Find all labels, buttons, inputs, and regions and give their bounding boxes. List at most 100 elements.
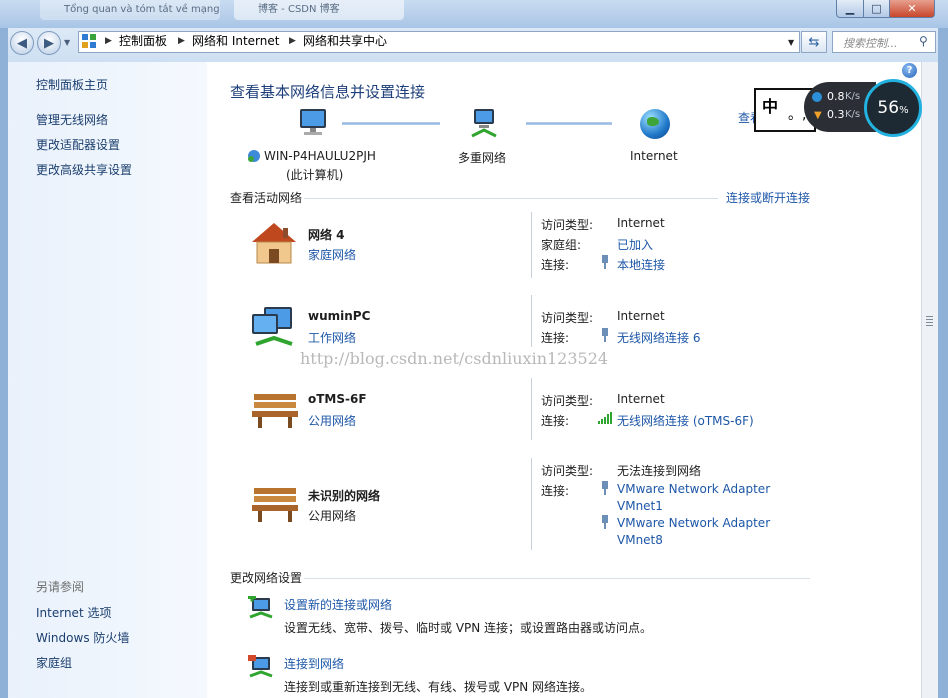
connection-label: 连接: — [541, 331, 570, 345]
ime-mode-indicator[interactable]: 中 — [762, 93, 778, 117]
sidebar — [8, 62, 207, 698]
public-network-icon — [250, 484, 300, 527]
vmnet1-adapter-link[interactable]: VMware Network Adapter — [617, 482, 770, 496]
network-map-line — [342, 122, 440, 125]
computer-name-icon — [246, 149, 262, 166]
access-type-value: Internet — [617, 216, 665, 230]
access-type-label: 访问类型: — [541, 311, 594, 325]
breadcrumb-separator: ▶ — [289, 36, 296, 46]
computer-name: WIN-P4HAULU2PJH — [264, 149, 376, 163]
breadcrumb-separator: ▶ — [105, 36, 112, 46]
sidebar-item-adapter-settings[interactable]: 更改适配器设置 — [36, 136, 120, 153]
close-button[interactable]: ✕ — [889, 0, 935, 18]
search-icon[interactable]: ⚲ — [919, 34, 928, 48]
network-divider — [531, 378, 532, 440]
sidebar-item-homegroup[interactable]: 家庭组 — [36, 654, 72, 671]
network-map-line — [526, 122, 612, 125]
ethernet-icon — [601, 255, 609, 269]
setup-new-connection-desc: 设置无线、宽带、拨号、临时或 VPN 连接；或设置路由器或访问点。 — [284, 621, 653, 635]
background-tab[interactable]: Tổng quan và tóm tắt về mạng — [40, 0, 220, 20]
breadcrumb-network-sharing-center[interactable]: 网络和共享中心 — [303, 33, 387, 49]
network-divider — [531, 458, 532, 550]
work-network-icon — [250, 306, 300, 353]
multiple-networks-label: 多重网络 — [458, 151, 507, 165]
recent-pages-dropdown[interactable]: ▼ — [64, 38, 70, 47]
network-name: 网络 4 — [308, 228, 345, 242]
forward-arrow-icon: ▶ — [44, 35, 54, 51]
access-type-label: 访问类型: — [541, 394, 594, 408]
computer-icon — [296, 108, 330, 141]
connect-disconnect-link[interactable]: 连接或断开连接 — [726, 189, 810, 206]
home-network-icon — [248, 220, 300, 269]
sidebar-item-manage-wireless[interactable]: 管理无线网络 — [36, 111, 108, 128]
upload-unit: K/s — [845, 91, 861, 102]
connect-to-network-link[interactable]: 连接到网络 — [284, 655, 344, 672]
internet-globe-icon — [640, 109, 670, 139]
active-networks-heading: 查看活动网络 — [230, 191, 303, 205]
connection-label: 连接: — [541, 414, 570, 428]
connect-to-network-desc: 连接到或重新连接到无线、有线、拨号或 VPN 网络连接。 — [284, 680, 593, 694]
homegroup-joined-link[interactable]: 已加入 — [617, 236, 653, 253]
connect-network-icon — [248, 655, 274, 682]
vmnet8-adapter-link[interactable]: VMnet8 — [617, 533, 663, 547]
breadcrumb-control-panel[interactable]: 控制面板 — [119, 33, 167, 49]
wireless-adapter-icon — [601, 328, 609, 342]
sidebar-item-advanced-sharing[interactable]: 更改高级共享设置 — [36, 161, 132, 178]
memory-usage-gauge[interactable]: 56% — [864, 79, 922, 137]
computer-subtitle: (此计算机) — [286, 168, 344, 182]
section-divider — [304, 198, 718, 199]
access-type-value: 无法连接到网络 — [617, 464, 702, 478]
network-name: oTMS-6F — [308, 392, 367, 406]
breadcrumb-network-internet[interactable]: 网络和 Internet — [192, 33, 279, 49]
access-type-value: Internet — [617, 392, 665, 406]
network-type-link[interactable]: 公用网络 — [308, 412, 356, 429]
percent-sign: % — [899, 105, 909, 116]
sidebar-item-windows-firewall[interactable]: Windows 防火墙 — [36, 629, 129, 646]
usage-percent: 56 — [877, 98, 900, 118]
maximize-button[interactable]: □ — [863, 0, 890, 18]
back-button[interactable]: ◀ — [10, 31, 34, 55]
network-divider — [531, 212, 532, 278]
breadcrumb-separator: ▶ — [178, 36, 185, 46]
access-type-label: 访问类型: — [541, 464, 594, 478]
address-bar[interactable] — [78, 31, 800, 53]
refresh-button[interactable]: ⇆ — [801, 31, 827, 53]
download-icon: ▼ — [814, 110, 822, 121]
network-type-link[interactable]: 工作网络 — [308, 329, 356, 346]
homegroup-label: 家庭组: — [541, 238, 582, 252]
search-placeholder: 搜索控制... — [843, 37, 898, 50]
search-input[interactable]: 搜索控制... ⚲ — [832, 31, 936, 53]
control-panel-icon — [82, 34, 96, 48]
forward-button[interactable]: ▶ — [37, 31, 61, 55]
window-border — [938, 28, 948, 698]
network-divider — [531, 295, 532, 347]
wireless-connection-link[interactable]: 无线网络连接 6 — [617, 329, 700, 346]
network-type: 公用网络 — [308, 509, 357, 523]
back-arrow-icon: ◀ — [17, 35, 27, 51]
vmnet8-adapter-link[interactable]: VMware Network Adapter — [617, 516, 770, 530]
network-type-link[interactable]: 家庭网络 — [308, 246, 356, 263]
setup-new-connection-link[interactable]: 设置新的连接或网络 — [284, 596, 392, 613]
access-type-value: Internet — [617, 309, 665, 323]
connection-label: 连接: — [541, 258, 570, 272]
network-name: wuminPC — [308, 309, 371, 323]
scrollbar[interactable] — [921, 62, 938, 698]
background-tab[interactable]: 博客 - CSDN 博客 — [234, 0, 404, 20]
vmnet1-adapter-link[interactable]: VMnet1 — [617, 499, 663, 513]
wireless-connection-link[interactable]: 无线网络连接 (oTMS-6F) — [617, 412, 754, 429]
section-divider — [304, 578, 810, 579]
sidebar-control-panel-home[interactable]: 控制面板主页 — [36, 76, 108, 93]
ethernet-icon — [601, 515, 609, 529]
upload-icon — [812, 92, 822, 102]
sidebar-item-internet-options[interactable]: Internet 选项 — [36, 604, 111, 621]
local-connection-link[interactable]: 本地连接 — [617, 256, 665, 273]
scrollbar-grip[interactable] — [926, 316, 933, 328]
multiple-networks-icon — [468, 108, 502, 143]
help-icon[interactable]: ? — [902, 63, 917, 78]
ethernet-icon — [601, 481, 609, 495]
window-border — [0, 28, 8, 698]
minimize-button[interactable]: ▁ — [836, 0, 864, 18]
new-connection-icon — [248, 593, 274, 623]
address-dropdown[interactable]: ▼ — [788, 38, 794, 47]
network-name: 未识别的网络 — [308, 489, 381, 503]
